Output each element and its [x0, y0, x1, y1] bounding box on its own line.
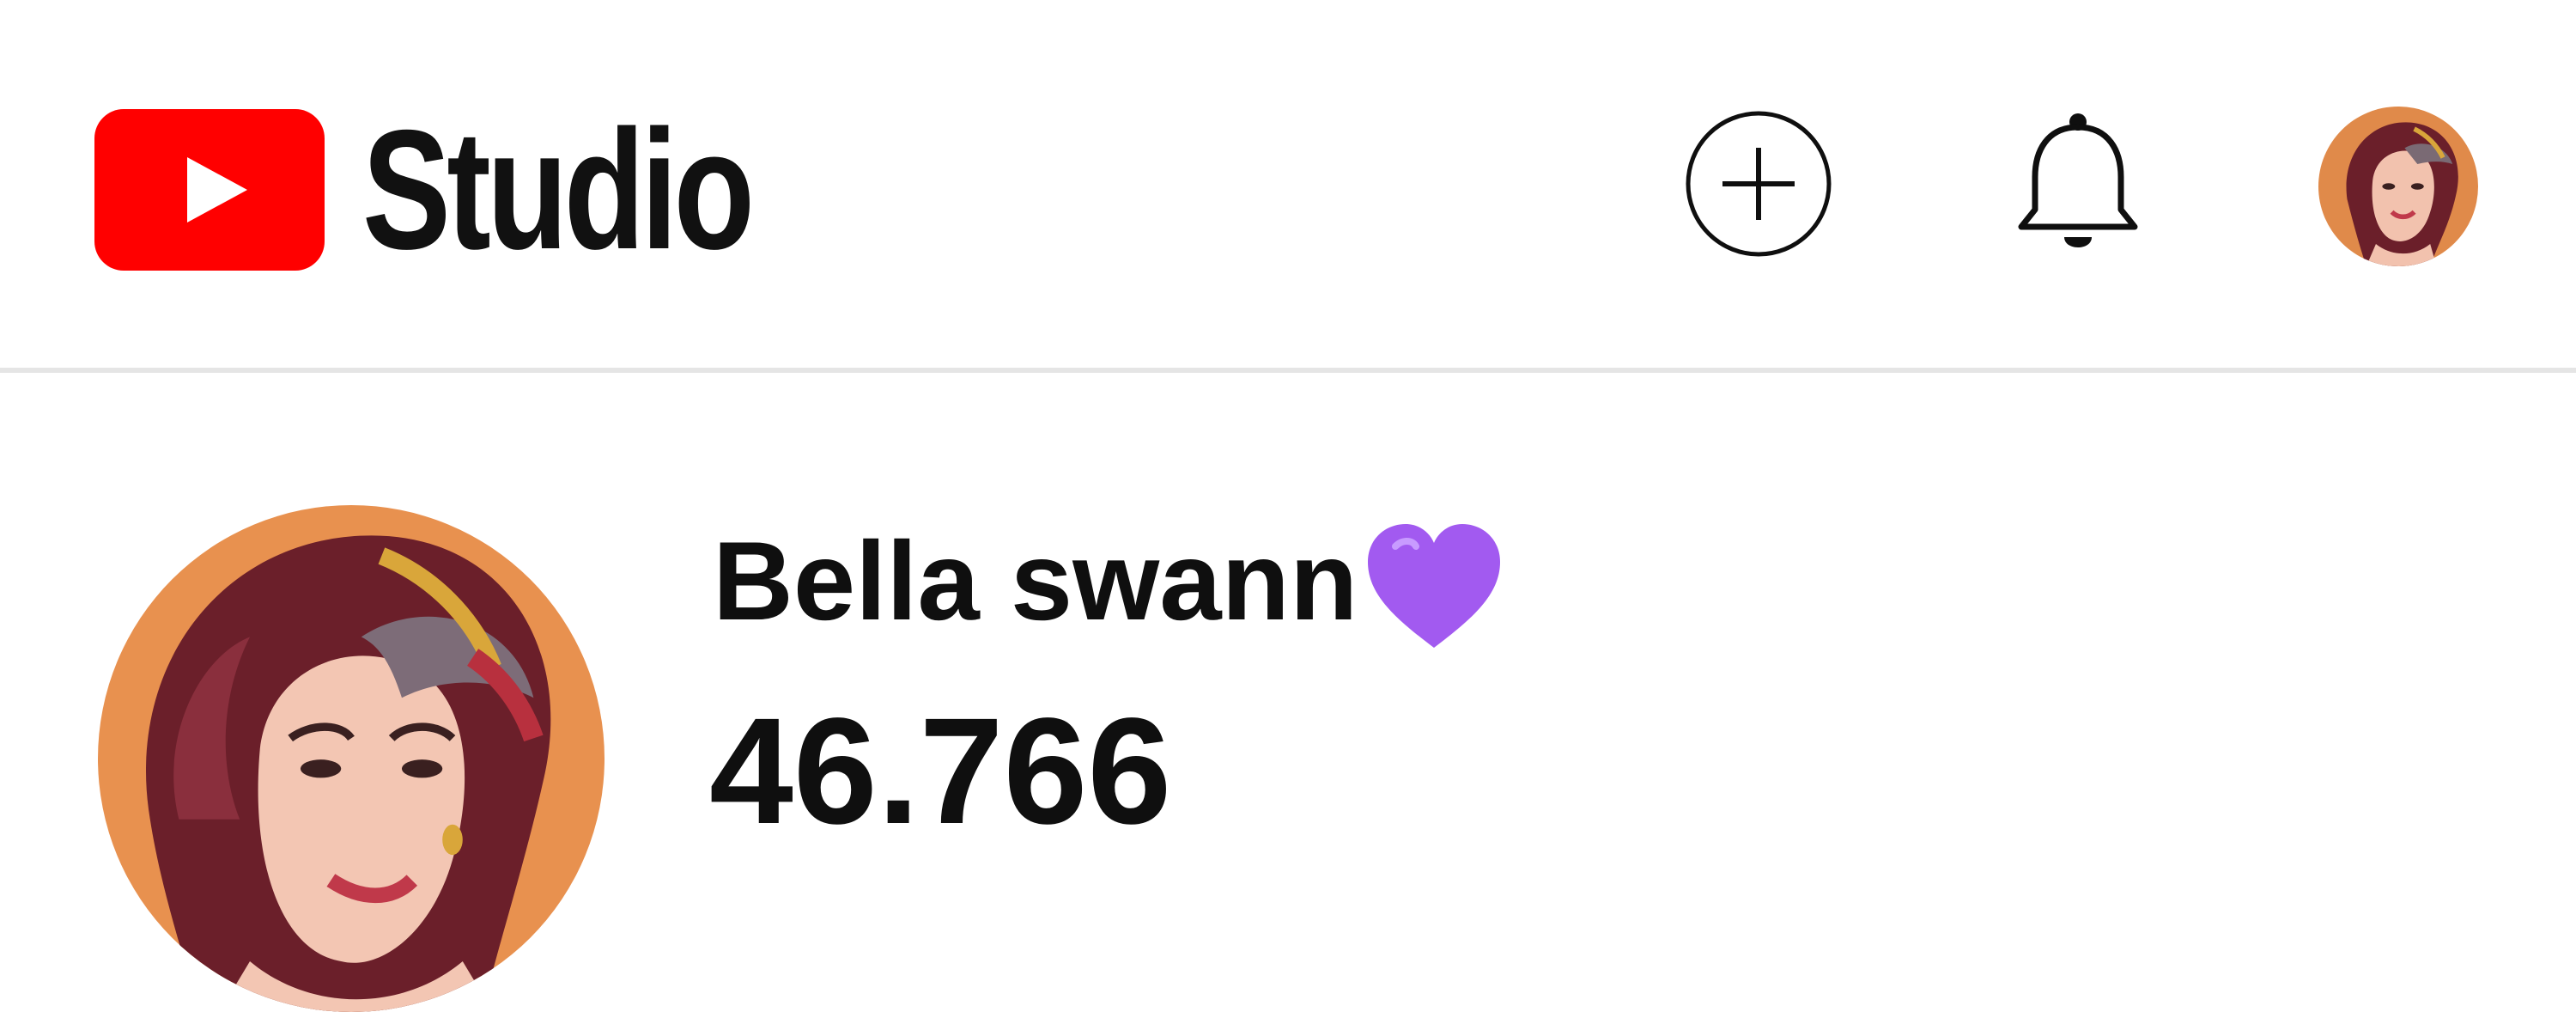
top-app-bar: Studio — [0, 0, 2576, 368]
channel-avatar-image — [98, 505, 605, 1012]
account-avatar[interactable] — [2318, 107, 2478, 266]
app-name: Studio — [362, 94, 755, 284]
youtube-play-icon — [94, 109, 325, 271]
bell-icon — [2018, 113, 2138, 247]
avatar-image — [2318, 107, 2478, 266]
subscriber-count: 46.766 — [709, 687, 1172, 856]
purple-heart-icon — [1368, 524, 1501, 648]
channel-avatar[interactable] — [98, 505, 605, 1012]
channel-name: Bella swann — [713, 507, 1507, 655]
notifications-button[interactable] — [2009, 108, 2147, 259]
header-divider — [0, 368, 2576, 373]
plus-circle-icon — [1686, 111, 1832, 257]
create-button[interactable] — [1683, 108, 1834, 259]
channel-name-text: Bella swann — [713, 518, 1358, 643]
studio-logo[interactable]: Studio — [94, 105, 860, 275]
